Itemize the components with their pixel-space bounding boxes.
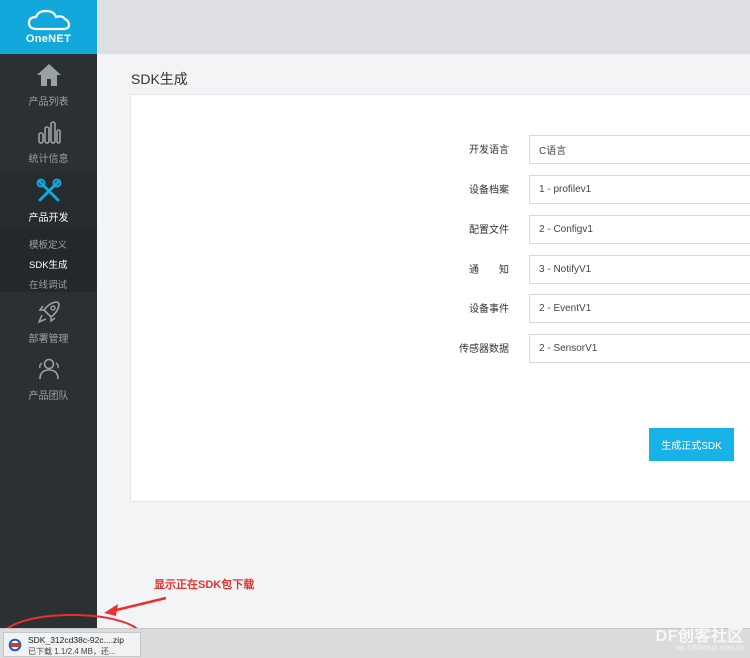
language-select[interactable]: C语言 — [529, 135, 750, 164]
page-title: SDK生成 — [131, 71, 188, 87]
submenu: 模板定义 SDK生成 在线调试 — [0, 230, 97, 292]
field-value: 2 - Configv1 — [539, 224, 593, 235]
annotation-text: 显示正在SDK包下载 — [154, 579, 255, 591]
field-label-sensor: 传感器数据 — [459, 344, 509, 355]
profile-select[interactable]: 1 - profilev1 — [529, 175, 750, 204]
submenu-item-template[interactable]: 模板定义 — [29, 237, 67, 251]
home-icon — [36, 63, 61, 86]
sidebar-item-label: 部署管理 — [28, 333, 69, 345]
cloud-logo-icon — [27, 9, 70, 31]
download-item[interactable]: SDK_312cd38c-92c....zip 已下载 1.1/2.4 MB，还… — [3, 632, 141, 657]
logo[interactable]: OneNET — [0, 0, 97, 54]
download-status: 已下载 1.1/2.4 MB，还... — [28, 647, 116, 656]
field-label-notify: 通 知 — [469, 265, 509, 276]
archive-file-icon — [8, 638, 22, 652]
sidebar-item-statistics[interactable]: 统计信息 — [0, 113, 97, 170]
sensor-select[interactable]: 2 - SensorV1 — [529, 334, 750, 363]
event-select[interactable]: 2 - EventV1 — [529, 294, 750, 323]
field-label-profile: 设备档案 — [469, 185, 509, 196]
field-label-language: 开发语言 — [469, 145, 509, 156]
sidebar: OneNET 产品列表 统计信息 产品开发 模板定义 SDK生成 在线调试 部署… — [0, 0, 97, 628]
sidebar-item-product-list[interactable]: 产品列表 — [0, 56, 97, 113]
submenu-item-sdk[interactable]: SDK生成 — [29, 257, 68, 271]
config-select[interactable]: 2 - Configv1 — [529, 215, 750, 244]
logo-text: OneNET — [25, 33, 72, 45]
watermark-url: mc.DFRobot.com.cn — [675, 643, 744, 652]
top-bar — [97, 0, 750, 54]
download-file-name: SDK_312cd38c-92c....zip — [28, 635, 124, 645]
sidebar-item-label: 产品开发 — [28, 213, 69, 224]
field-value: 1 - profilev1 — [539, 184, 592, 195]
field-label-config: 配置文件 — [469, 225, 509, 236]
generate-sdk-button[interactable]: 生成正式SDK — [649, 428, 734, 461]
download-bar: SDK_312cd38c-92c....zip 已下载 1.1/2.4 MB，还… — [0, 628, 750, 658]
submenu-item-debug[interactable]: 在线调试 — [29, 277, 67, 291]
team-icon — [38, 358, 59, 379]
field-label-event: 设备事件 — [469, 304, 509, 315]
tools-icon — [36, 178, 61, 202]
sidebar-item-team[interactable]: 产品团队 — [0, 350, 97, 407]
sidebar-item-deploy[interactable]: 部署管理 — [0, 293, 97, 350]
sidebar-item-label: 产品团队 — [28, 390, 69, 402]
field-value: 2 - EventV1 — [539, 303, 592, 314]
field-value: 3 - NotifyV1 — [539, 264, 592, 275]
notify-select[interactable]: 3 - NotifyV1 — [529, 255, 750, 284]
sidebar-item-label: 统计信息 — [28, 153, 69, 165]
bar-chart-icon — [37, 120, 61, 144]
rocket-icon — [37, 300, 60, 323]
sidebar-item-label: 产品列表 — [28, 96, 69, 108]
field-value: C语言 — [539, 146, 567, 157]
field-value: 2 - SensorV1 — [539, 343, 598, 354]
sidebar-item-product-dev[interactable]: 产品开发 — [0, 172, 97, 230]
